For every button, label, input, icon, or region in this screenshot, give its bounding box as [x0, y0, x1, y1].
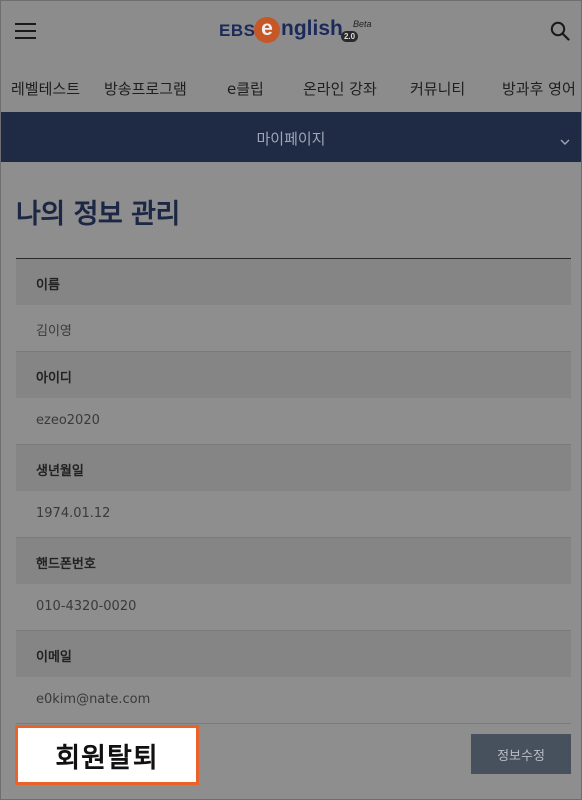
category-nav: 레벨테스트 방송프로그램 e클립 온라인 강좌 커뮤니티 방과후 영어 [1, 61, 581, 112]
withdraw-membership-button[interactable]: 회원탈퇴 [15, 725, 199, 785]
ebs-english-logo[interactable]: EBS e nglish 2.0 Beta [219, 15, 389, 49]
field-value-birthdate: 1974.01.12 [36, 506, 111, 521]
field-label-row: 생년월일 [16, 445, 571, 491]
field-label-row: 아이디 [16, 352, 571, 398]
search-icon[interactable] [550, 21, 570, 41]
field-label-row: 이메일 [16, 631, 571, 677]
chevron-down-icon [560, 132, 570, 145]
field-label-phone: 핸드폰번호 [36, 557, 96, 572]
nav-item-eclip[interactable]: e클립 [227, 78, 264, 99]
mypage-dropdown[interactable]: 마이페이지 [1, 112, 581, 162]
field-value-name: 김이영 [36, 324, 72, 339]
field-value-row: 1974.01.12 [16, 491, 571, 538]
field-value-email: e0kim@nate.com [36, 692, 151, 707]
field-value-phone: 010-4320-0020 [36, 599, 137, 614]
mypage-label: 마이페이지 [256, 130, 326, 148]
field-label-name: 이름 [36, 278, 60, 293]
nav-item-online-course[interactable]: 온라인 강좌 [303, 78, 377, 99]
top-header: EBS e nglish 2.0 Beta [1, 1, 581, 61]
page-title: 나의 정보 관리 [16, 199, 180, 230]
field-value-row: 010-4320-0020 [16, 584, 571, 631]
nav-item-level-test[interactable]: 레벨테스트 [11, 78, 80, 99]
field-label-birthdate: 생년월일 [36, 464, 84, 479]
field-value-row: e0kim@nate.com [16, 677, 571, 724]
field-value-row: 김이영 [16, 305, 571, 352]
mobile-page: EBS e nglish 2.0 Beta 레벨테스트 방송프로그램 e클립 온… [0, 0, 582, 800]
logo-ebs-text: EBS [219, 21, 256, 40]
logo-version-badge: 2.0 [341, 31, 358, 42]
edit-info-button[interactable]: 정보수정 [471, 734, 571, 774]
field-label-row: 핸드폰번호 [16, 538, 571, 584]
field-label-id: 아이디 [36, 371, 72, 386]
nav-item-community[interactable]: 커뮤니티 [410, 78, 465, 99]
hamburger-menu-icon[interactable] [15, 23, 37, 39]
field-value-row: ezeo2020 [16, 398, 571, 445]
logo-beta-label: Beta [353, 19, 372, 29]
nav-item-afterschool[interactable]: 방과후 영어 [502, 78, 576, 99]
nav-item-broadcast[interactable]: 방송프로그램 [104, 78, 187, 99]
logo-word: nglish [281, 17, 343, 40]
field-label-email: 이메일 [36, 650, 72, 665]
field-label-row: 이름 [16, 259, 571, 305]
field-value-id: ezeo2020 [36, 413, 100, 428]
logo-e-mark: e [254, 17, 280, 43]
